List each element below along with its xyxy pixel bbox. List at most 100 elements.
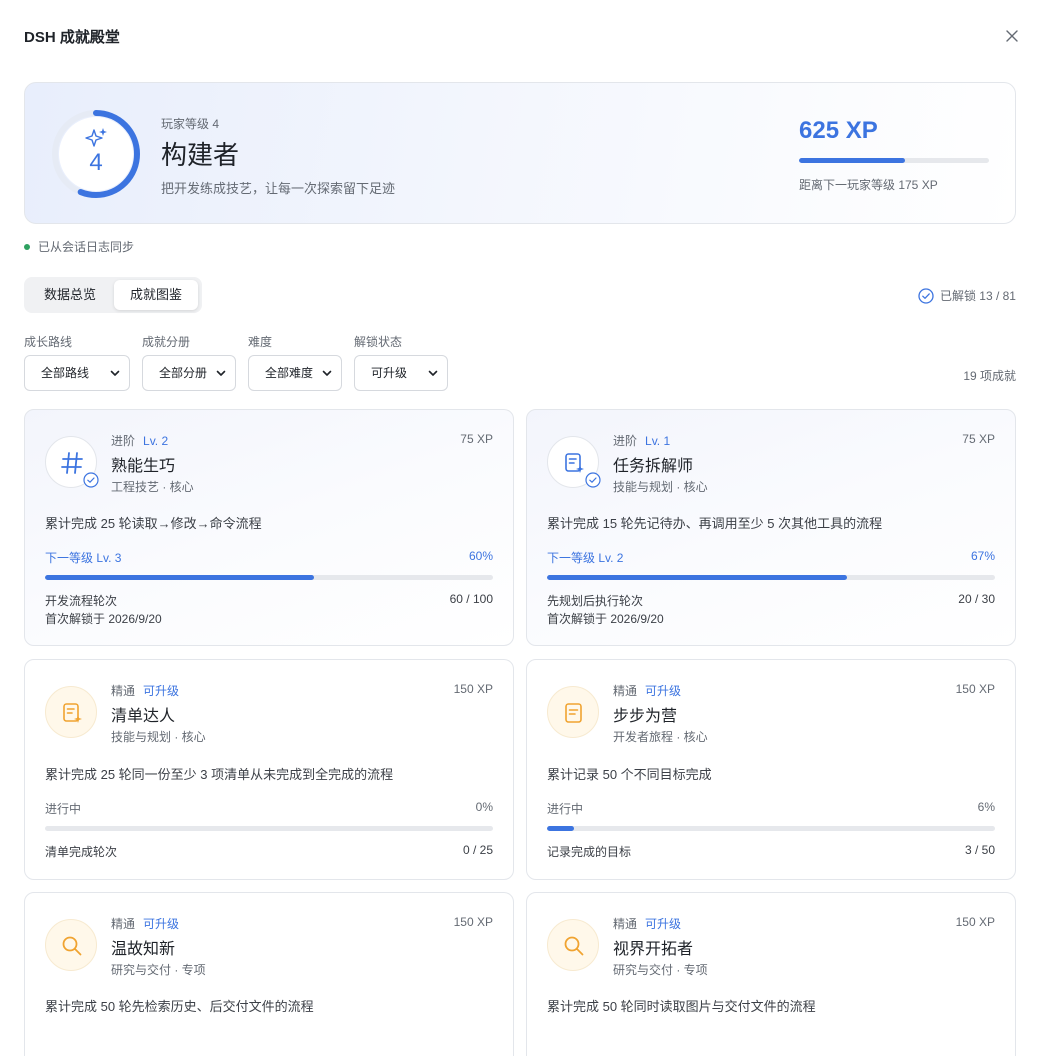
search-icon — [62, 936, 82, 956]
card-first-unlock: 首次解锁于 2026/9/20 — [45, 612, 162, 626]
card-progress-bar — [547, 826, 995, 831]
achievement-dialog: DSH 成就殿堂 4 玩家等级 4 构建者 把开发练成技艺，让每一次探索留下足迹… — [0, 0, 1040, 1056]
card-category: 技能与规划 · 核心 — [613, 480, 708, 494]
card-xp: 150 XP — [955, 915, 995, 929]
card-metric-value: 60 / 100 — [449, 592, 493, 606]
card-upgradable-badge: 可升级 — [143, 917, 180, 931]
status-dot-icon — [24, 243, 30, 250]
rank-name: 构建者 — [161, 140, 240, 170]
check-circle-icon — [918, 287, 934, 304]
card-description: 累计完成 50 轮同时读取图片与交付文件的流程 — [547, 999, 816, 1014]
card-category: 研究与交付 · 专项 — [111, 963, 206, 977]
achievement-card[interactable]: 精通 可升级 150 XP 清单达人 技能与规划 · 核心 累计完成 25 轮同一… — [24, 659, 514, 880]
difficulty-select-value: 全部难度 — [265, 366, 314, 380]
achievement-card[interactable]: 进阶 Lv. 2 75 XP 熟能生巧 工程技艺 · 核心 累计完成 25 轮读取… — [24, 409, 514, 646]
card-progress-label: 进行中 — [547, 802, 584, 816]
card-category: 研究与交付 · 专项 — [613, 963, 708, 977]
card-tier: 进阶 — [613, 434, 638, 448]
chevron-down-icon — [110, 370, 120, 376]
close-icon[interactable] — [1002, 26, 1022, 46]
achievement-card[interactable]: 精通 可升级 150 XP 视界开拓者 研究与交付 · 专项 累计完成 50 轮同… — [526, 892, 1016, 1056]
card-percent: 60% — [468, 549, 493, 563]
tab-achievement-gallery[interactable]: 成就图鉴 — [114, 280, 198, 310]
card-title: 清单达人 — [111, 708, 176, 725]
card-xp: 75 XP — [460, 432, 493, 446]
card-metric-label: 先规划后执行轮次 — [547, 594, 644, 608]
card-first-unlock: 首次解锁于 2026/9/20 — [547, 612, 664, 626]
document-icon — [565, 703, 582, 723]
card-upgradable-badge: 可升级 — [645, 917, 682, 931]
task-plan-icon — [565, 453, 584, 473]
unlocked-summary: 已解锁 13 / 81 — [918, 287, 1016, 304]
achievement-count: 19 项成就 — [963, 369, 1016, 383]
achievement-card[interactable]: 精通 可升级 150 XP 温故知新 研究与交付 · 专项 累计完成 50 轮先检… — [24, 892, 514, 1056]
card-description: 累计完成 25 轮读取→修改→命令流程 — [45, 516, 262, 531]
unlock-status-select-value: 可升级 — [371, 366, 408, 380]
card-description: 累计完成 50 轮先检索历史、后交付文件的流程 — [45, 999, 314, 1014]
next-level-text: 距离下一玩家等级 175 XP — [799, 178, 938, 192]
filter-label-route: 成长路线 — [24, 335, 73, 349]
card-category: 技能与规划 · 核心 — [111, 730, 206, 744]
dialog-title: DSH 成就殿堂 — [24, 29, 120, 46]
card-tier: 精通 — [111, 917, 136, 931]
unlocked-check-icon — [585, 472, 601, 488]
route-select[interactable]: 全部路线 — [24, 355, 130, 391]
view-tabs: 数据总览 成就图鉴 — [24, 277, 202, 313]
xp-total: 625 XP — [799, 117, 878, 144]
chevron-down-icon — [428, 370, 438, 376]
checklist-icon — [63, 703, 82, 723]
card-metric-value: 0 / 25 — [462, 843, 493, 857]
card-progress-label: 下一等级 Lv. 3 — [45, 551, 122, 565]
card-progress-bar — [45, 826, 493, 831]
card-metric-value: 3 / 50 — [964, 843, 995, 857]
card-percent: 67% — [970, 549, 995, 563]
card-category: 开发者旅程 · 核心 — [613, 730, 708, 744]
card-progress-bar — [547, 575, 995, 580]
card-metric-label: 开发流程轮次 — [45, 594, 118, 608]
card-title: 视界开拓者 — [613, 941, 694, 958]
sync-status: 已从会话日志同步 — [24, 238, 134, 255]
card-upgradable-badge: 可升级 — [143, 684, 180, 698]
card-progress-bar — [45, 575, 493, 580]
card-tier: 精通 — [111, 684, 136, 698]
card-xp: 150 XP — [453, 915, 493, 929]
card-title: 熟能生巧 — [111, 458, 176, 475]
player-level-label: 玩家等级 4 — [161, 117, 220, 131]
achievement-card[interactable]: 进阶 Lv. 1 75 XP 任务拆解师 技能与规划 · 核心 累计完成 15 轮… — [526, 409, 1016, 646]
card-metric-label: 记录完成的目标 — [547, 845, 632, 859]
card-level-badge: Lv. 1 — [645, 434, 671, 448]
card-description: 累计完成 15 轮先记待办、再调用至少 5 次其他工具的流程 — [547, 516, 883, 531]
card-title: 温故知新 — [111, 941, 176, 958]
difficulty-select[interactable]: 全部难度 — [248, 355, 342, 391]
card-tier: 精通 — [613, 684, 638, 698]
rank-tagline: 把开发练成技艺，让每一次探索留下足迹 — [161, 181, 396, 196]
card-progress-label: 下一等级 Lv. 2 — [547, 551, 624, 565]
achievement-card[interactable]: 精通 可升级 150 XP 步步为营 开发者旅程 · 核心 累计记录 50 个不同… — [526, 659, 1016, 880]
sync-status-text: 已从会话日志同步 — [38, 240, 135, 254]
card-percent: 6% — [977, 800, 995, 814]
player-level-card: 4 玩家等级 4 构建者 把开发练成技艺，让每一次探索留下足迹 625 XP 距… — [24, 82, 1016, 224]
route-select-value: 全部路线 — [41, 366, 90, 380]
card-tier: 精通 — [613, 917, 638, 931]
tab-overview[interactable]: 数据总览 — [28, 280, 112, 310]
filter-label-difficulty: 难度 — [248, 335, 273, 349]
card-xp: 75 XP — [962, 432, 995, 446]
unlocked-count: 已解锁 13 / 81 — [939, 289, 1016, 303]
chevron-down-icon — [216, 370, 226, 376]
card-upgradable-badge: 可升级 — [645, 684, 682, 698]
unlock-status-select[interactable]: 可升级 — [354, 355, 448, 391]
level-number: 4 — [89, 149, 103, 176]
search-icon — [564, 936, 584, 956]
card-level-badge: Lv. 2 — [143, 434, 169, 448]
card-metric-label: 清单完成轮次 — [45, 845, 118, 859]
card-category: 工程技艺 · 核心 — [111, 480, 194, 494]
filter-label-volume: 成就分册 — [142, 335, 191, 349]
card-title: 任务拆解师 — [613, 458, 694, 475]
card-percent: 0% — [475, 800, 493, 814]
card-xp: 150 XP — [453, 682, 493, 696]
volume-select[interactable]: 全部分册 — [142, 355, 236, 391]
filter-label-unlock-status: 解锁状态 — [354, 335, 403, 349]
card-description: 累计完成 25 轮同一份至少 3 项清单从未完成到全完成的流程 — [45, 767, 394, 782]
card-title: 步步为营 — [613, 708, 678, 725]
card-tier: 进阶 — [111, 434, 136, 448]
